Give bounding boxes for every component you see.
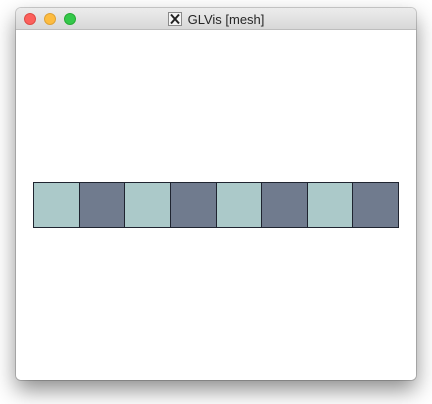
x11-icon (167, 12, 182, 26)
title-bar[interactable]: GLVis [mesh] (16, 8, 416, 30)
window-title: GLVis [mesh] (187, 11, 265, 27)
title-group: GLVis [mesh] (16, 8, 416, 30)
mesh-element (216, 183, 263, 227)
mesh-element (79, 183, 126, 227)
mesh-element (125, 183, 171, 227)
mesh-element (307, 183, 354, 227)
mesh-element (34, 183, 80, 227)
glvis-window: GLVis [mesh] (16, 8, 416, 380)
render-canvas[interactable] (16, 30, 416, 380)
mesh-strip (33, 182, 399, 228)
mesh-element (353, 183, 398, 227)
mesh-element (170, 183, 217, 227)
mesh-element (262, 183, 308, 227)
